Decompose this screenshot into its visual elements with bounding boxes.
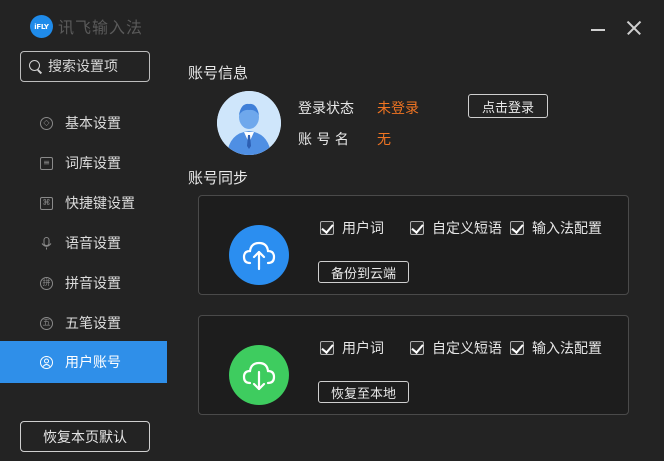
restore-panel: 用户词 自定义短语 输入法配置 恢复至本地 (198, 315, 629, 415)
app-logo-text: iFLY (34, 22, 49, 31)
checkbox-checked (410, 221, 424, 235)
backup-ime-config-checkbox[interactable]: 输入法配置 (510, 218, 602, 238)
checkbox-checked (510, 341, 524, 355)
app-logo: iFLY (30, 15, 53, 38)
restore-defaults-button[interactable]: 恢复本页默认 (20, 421, 150, 452)
user-avatar-icon (217, 91, 281, 155)
account-name-label: 账 号 名 (298, 132, 349, 148)
sidebar-item-basic-settings[interactable]: ◇ 基本设置 (0, 102, 167, 144)
restore-to-local-button[interactable]: 恢复至本地 (318, 381, 409, 403)
checkbox-label: 输入法配置 (532, 341, 602, 357)
restore-custom-phrases-checkbox[interactable]: 自定义短语 (410, 338, 502, 358)
sidebar-item-wubi-settings[interactable]: 五 五笔设置 (0, 302, 167, 344)
checkbox-label: 用户词 (342, 341, 384, 357)
backup-to-cloud-button[interactable]: 备份到云端 (318, 261, 409, 283)
checkbox-checked (510, 221, 524, 235)
close-icon[interactable] (624, 18, 644, 38)
sidebar-item-user-account[interactable]: 用户账号 (0, 341, 167, 383)
cloud-download-icon (229, 345, 289, 405)
account-sync-title: 账号同步 (188, 169, 249, 187)
microphone-icon (40, 236, 53, 250)
account-name-value: 无 (377, 132, 391, 148)
pinyin-icon: 拼 (40, 276, 53, 290)
login-button[interactable]: 点击登录 (468, 94, 548, 118)
backup-user-words-checkbox[interactable]: 用户词 (320, 218, 384, 238)
wubi-icon: 五 (40, 316, 53, 330)
cloud-upload-icon (229, 225, 289, 285)
checkbox-label: 用户词 (342, 221, 384, 237)
sidebar-item-label: 五笔设置 (65, 316, 121, 332)
backup-panel: 用户词 自定义短语 输入法配置 备份到云端 (198, 195, 629, 295)
user-account-icon (40, 355, 53, 369)
checkbox-label: 输入法配置 (532, 221, 602, 237)
checkbox-checked (320, 221, 334, 235)
minimize-icon[interactable] (588, 18, 608, 38)
checkbox-checked (320, 341, 334, 355)
login-status-value: 未登录 (377, 101, 419, 117)
search-icon (29, 60, 42, 73)
checkbox-label: 自定义短语 (432, 341, 502, 357)
checkbox-checked (410, 341, 424, 355)
sidebar-item-label: 词库设置 (65, 156, 121, 172)
sidebar-item-label: 基本设置 (65, 116, 121, 132)
account-info-title: 账号信息 (188, 64, 249, 82)
search-box[interactable] (20, 51, 150, 82)
backup-custom-phrases-checkbox[interactable]: 自定义短语 (410, 218, 502, 238)
sidebar-item-dictionary-settings[interactable]: ≡ 词库设置 (0, 142, 167, 184)
sidebar-item-voice-settings[interactable]: 语音设置 (0, 222, 167, 264)
dictionary-icon: ≡ (40, 156, 53, 170)
sidebar-item-shortcut-settings[interactable]: ⌘ 快捷键设置 (0, 182, 167, 224)
avatar (217, 91, 281, 155)
sidebar-item-label: 用户账号 (65, 355, 121, 371)
sidebar-item-pinyin-settings[interactable]: 拼 拼音设置 (0, 262, 167, 304)
sidebar-item-label: 拼音设置 (65, 276, 121, 292)
login-status-label: 登录状态 (298, 101, 354, 117)
restore-ime-config-checkbox[interactable]: 输入法配置 (510, 338, 602, 358)
sidebar-item-label: 快捷键设置 (65, 196, 135, 212)
search-input[interactable] (48, 58, 143, 75)
restore-user-words-checkbox[interactable]: 用户词 (320, 338, 384, 358)
shortcut-key-icon: ⌘ (40, 196, 53, 210)
app-title: 讯飞输入法 (58, 18, 144, 37)
checkbox-label: 自定义短语 (432, 221, 502, 237)
sidebar-item-label: 语音设置 (65, 236, 121, 252)
hexagon-icon: ◇ (40, 116, 53, 130)
